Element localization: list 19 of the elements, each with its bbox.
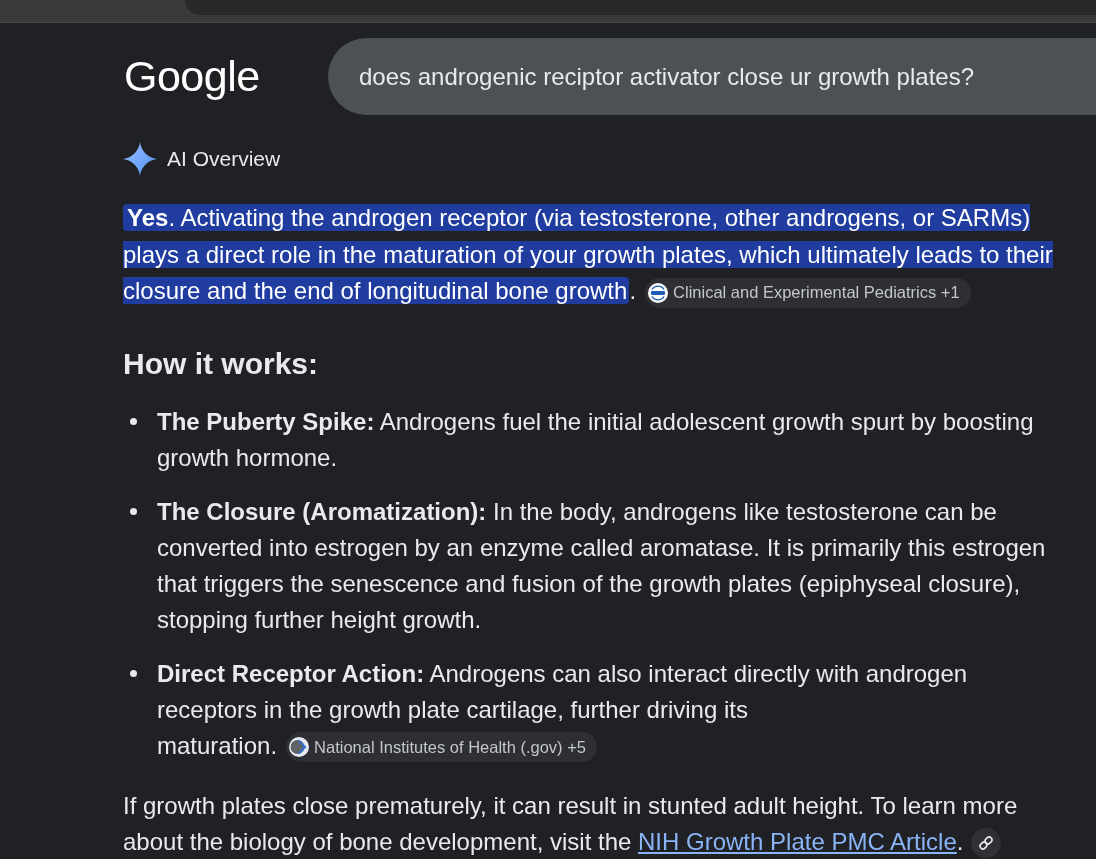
search-field[interactable]: does androgenic reciptor activator close ur growth plates?: [328, 38, 1096, 115]
ai-overview-title: AI Overview: [167, 147, 281, 171]
bullet-icon: [130, 418, 137, 425]
citation-chip[interactable]: National Institutes of Health (.gov) +5: [286, 732, 597, 763]
bullet-icon: [130, 508, 137, 515]
site-logo-icon: [648, 282, 669, 303]
bullet-icon: [130, 670, 137, 677]
link-button[interactable]: [971, 828, 1002, 859]
site-logo-icon: [289, 737, 310, 758]
paragraph-text: If growth plates close prematurely, it can result in stunted adult height. To learn more about the biology of bone development, visit the NIH Growth Plate PMC Article.: [123, 787, 1058, 859]
section-heading: How it works:: [123, 345, 318, 382]
bullet-text: Direct Receptor Action: Androgens can also interact directly with androgen receptors in the growth plate cartilage, further driving its maturation. National Institutes of Health (.gov) +5: [157, 655, 1058, 764]
link-icon: [978, 835, 995, 852]
sparkle-icon: [123, 142, 157, 176]
bullet-text: The Puberty Spike: Androgens fuel the initial adolescent growth spurt by boosting growth hormone.: [157, 406, 1035, 473]
citation-chip[interactable]: Clinical and Experimental Pediatrics +1: [645, 277, 971, 308]
google-logo[interactable]: Google: [124, 55, 260, 98]
bullet-text: The Closure (Aromatization): In the body, androgens like testosterone can be converted into estrogen by an enzyme called aromatase. It is primarily this estrogen that triggers the senescence and fusion of the growth plates (epiphyseal closure), stopping further height growth.: [157, 496, 1047, 635]
article-link[interactable]: NIH Growth Plate PMC Article: [638, 827, 957, 855]
